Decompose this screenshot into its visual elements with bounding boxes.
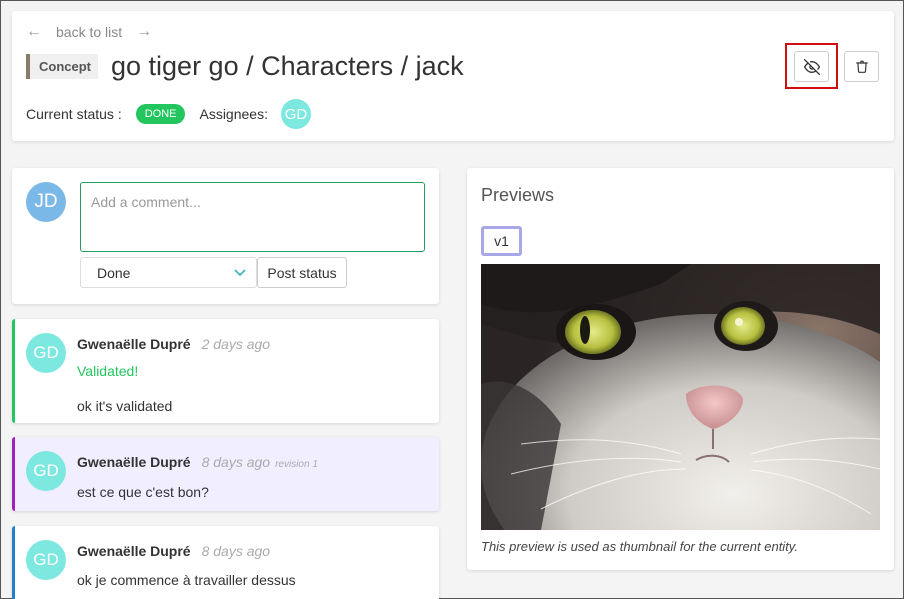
next-arrow-icon[interactable]: → (136, 23, 152, 41)
previews-title: Previews (481, 185, 555, 205)
comment-author: Gwenaëlle Dupré (77, 454, 191, 470)
comment-author-avatar: GD (26, 333, 66, 373)
comment-author: Gwenaëlle Dupré (77, 336, 191, 352)
current-user-avatar: JD (26, 182, 66, 222)
comment-time: 8 days ago (201, 454, 271, 470)
previews-panel: Previews v1 This preview is used as thum… (467, 168, 894, 570)
comment-time: 8 days ago (201, 543, 271, 559)
comment-author-avatar: GD (26, 451, 66, 491)
comment-item: GD Gwenaëlle Dupré 2 days ago Validated!… (12, 319, 439, 423)
comment-input[interactable] (80, 182, 425, 252)
comment-header: Gwenaëlle Dupré 8 days ago revision 1 (77, 454, 318, 470)
comment-author-avatar: GD (26, 540, 66, 580)
assignees-label: Assignees: (199, 106, 268, 122)
comment-text: est ce que c'est bon? (77, 484, 209, 500)
comment-item: GD Gwenaëlle Dupré 8 days ago revision 1… (12, 437, 439, 511)
status-badge: DONE (135, 104, 186, 124)
current-status-label: Current status : (26, 106, 122, 122)
comment-time: 2 days ago (201, 336, 271, 352)
trash-icon (855, 60, 868, 73)
comment-author: Gwenaëlle Dupré (77, 543, 191, 559)
status-select[interactable]: Done (80, 257, 257, 288)
comment-text: ok je commence à travailler dessus (77, 572, 296, 588)
comment-header: Gwenaëlle Dupré 2 days ago (77, 336, 270, 352)
back-to-list-link[interactable]: back to list (56, 24, 122, 40)
toggle-visibility-button[interactable] (794, 51, 829, 82)
status-row: Current status : DONE Assignees: GD (26, 99, 311, 129)
page-title: go tiger go / Characters / jack (111, 51, 464, 81)
chevron-down-icon (234, 268, 246, 276)
previous-arrow-icon[interactable]: ← (26, 23, 42, 41)
revision-tab-v1[interactable]: v1 (481, 226, 522, 256)
comment-form: JD Done Post status (12, 168, 439, 304)
comment-header: Gwenaëlle Dupré 8 days ago (77, 543, 270, 559)
navigation-bar: ← back to list → (26, 23, 152, 41)
comment-revision-link[interactable]: revision 1 (275, 459, 318, 470)
post-status-button[interactable]: Post status (257, 257, 347, 288)
preview-caption: This preview is used as thumbnail for th… (481, 539, 798, 554)
comment-status-change: Validated! (77, 363, 139, 379)
status-select-value: Done (97, 264, 131, 281)
eye-off-icon (803, 58, 820, 75)
assignee-avatar[interactable]: GD (280, 99, 311, 129)
cat-preview-illustration (481, 264, 880, 530)
comment-item: GD Gwenaëlle Dupré 8 days ago ok je comm… (12, 526, 439, 599)
task-type-tag: Concept (26, 54, 98, 79)
preview-image[interactable] (481, 264, 880, 530)
entity-header: ← back to list → Concept go tiger go / C… (12, 11, 894, 141)
delete-button[interactable] (844, 51, 879, 82)
comment-text: ok it's validated (77, 398, 173, 414)
